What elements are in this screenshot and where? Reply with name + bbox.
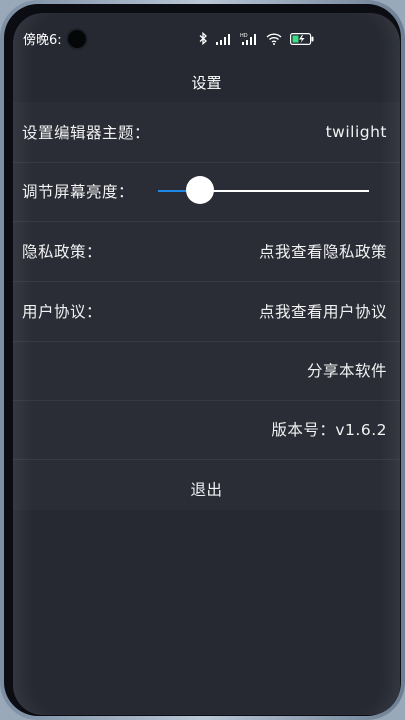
bluetooth-icon [199, 30, 208, 49]
theme-label: 设置编辑器主题： [22, 124, 151, 142]
theme-setting-row[interactable]: 设置编辑器主题： twilight [13, 102, 400, 163]
slider-thumb[interactable] [186, 176, 215, 204]
phone-frame: 傍晚6: HD 设置 设置编辑器主题： twilight 调节屏幕亮度： 隐私政… [0, 0, 405, 720]
empty-area [13, 510, 400, 715]
agreement-label: 用户协议： [22, 303, 103, 321]
privacy-setting-row[interactable]: 隐私政策： 点我查看隐私政策 [13, 221, 400, 282]
hd-signal-icon: HD [240, 30, 258, 49]
agreement-setting-row[interactable]: 用户协议： 点我查看用户协议 [13, 281, 400, 342]
wifi-icon [266, 30, 282, 49]
brightness-slider[interactable] [158, 176, 369, 204]
page-title: 设置 [191, 74, 222, 92]
status-time: 傍晚6: [23, 33, 62, 48]
brightness-label: 调节屏幕亮度： [22, 183, 135, 201]
privacy-label: 隐私政策： [22, 243, 103, 261]
phone-bezel: 傍晚6: HD 设置 设置编辑器主题： twilight 调节屏幕亮度： 隐私政… [4, 4, 401, 716]
front-camera [66, 28, 88, 50]
svg-text:HD: HD [240, 33, 248, 39]
status-bar: 傍晚6: HD [13, 13, 400, 53]
brightness-setting-row: 调节屏幕亮度： [13, 161, 400, 222]
privacy-link[interactable]: 点我查看隐私政策 [259, 240, 387, 262]
version-row: 版本号：v1.6.2 [13, 399, 400, 460]
signal-icon [216, 30, 232, 49]
agreement-link[interactable]: 点我查看用户协议 [259, 300, 387, 322]
status-icons: HD [199, 30, 314, 49]
version-text: 版本号：v1.6.2 [271, 421, 387, 439]
share-button[interactable]: 分享本软件 [307, 359, 387, 381]
battery-charging-icon [290, 30, 314, 49]
logout-button[interactable]: 退出 [13, 478, 400, 500]
share-row[interactable]: 分享本软件 [13, 340, 400, 401]
theme-value[interactable]: twilight [326, 123, 387, 141]
app-screen: 傍晚6: HD 设置 设置编辑器主题： twilight 调节屏幕亮度： 隐私政… [13, 13, 400, 715]
settings-list: 设置编辑器主题： twilight 调节屏幕亮度： 隐私政策： 点我查看隐私政策 [13, 102, 400, 510]
